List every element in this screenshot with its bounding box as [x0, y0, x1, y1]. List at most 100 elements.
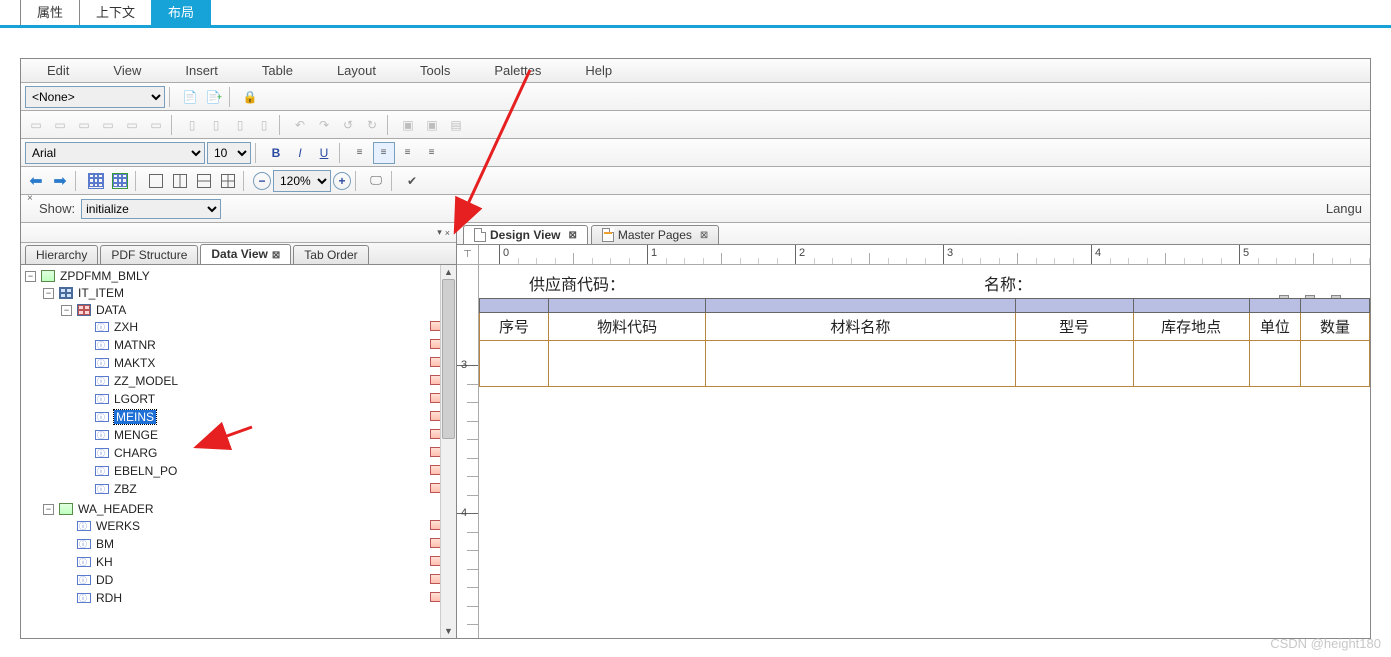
distr-2-icon[interactable]: ▯ [205, 114, 227, 136]
rotate-1-icon[interactable]: ↶ [289, 114, 311, 136]
menu-palettes[interactable]: Palettes [472, 63, 563, 78]
distr-4-icon[interactable]: ▯ [253, 114, 275, 136]
lock-icon[interactable]: 🔒 [239, 86, 261, 108]
menu-edit[interactable]: Edit [25, 63, 91, 78]
align-4-icon[interactable]: ▭ [97, 114, 119, 136]
tree-scrollbar[interactable]: ▲ ▼ [440, 265, 456, 638]
nav-back-icon[interactable]: ⬅ [25, 170, 47, 192]
zoom-select[interactable]: 120% [273, 170, 331, 192]
tree-field-menge[interactable]: MENGE [114, 428, 158, 442]
tree-field-meins[interactable]: MEINS [114, 410, 156, 424]
panel-menu-icon[interactable]: ▾ [437, 227, 442, 238]
tab-hierarchy[interactable]: Hierarchy [25, 245, 98, 264]
underline-icon[interactable]: U [313, 142, 335, 164]
show-select[interactable]: initialize [81, 199, 221, 219]
tree-field-zbz[interactable]: ZBZ [114, 482, 137, 496]
tree-field-maktx[interactable]: MAKTX [114, 356, 155, 370]
tree-field-charg[interactable]: CHARG [114, 446, 157, 460]
expand-icon[interactable]: − [25, 271, 36, 282]
preview-icon[interactable]: 🖵 [365, 170, 387, 192]
tree-field-ebeln_po[interactable]: EBELN_PO [114, 464, 177, 478]
align-right-icon[interactable]: ≡ [397, 142, 419, 164]
scroll-down-icon[interactable]: ▼ [441, 624, 456, 638]
scroll-up-icon[interactable]: ▲ [441, 265, 456, 279]
align-2-icon[interactable]: ▭ [49, 114, 71, 136]
distr-3-icon[interactable]: ▯ [229, 114, 251, 136]
expand-icon[interactable]: − [43, 504, 54, 515]
shape-vsplit-icon[interactable] [169, 170, 191, 192]
paste-plus-icon[interactable]: 📄+ [203, 86, 225, 108]
menu-view[interactable]: View [91, 63, 163, 78]
tree-node-it-item[interactable]: IT_ITEM [78, 286, 124, 300]
tree-field-werks[interactable]: WERKS [96, 519, 140, 533]
design-canvas[interactable]: 供应商代码： 名称： 序号 物料代码 材料名 [479, 265, 1370, 638]
tree-node-data[interactable]: DATA [96, 303, 126, 317]
menu-table[interactable]: Table [240, 63, 315, 78]
group-1-icon[interactable]: ▣ [397, 114, 419, 136]
tab-design-view[interactable]: Design View ⊠ [463, 225, 588, 244]
italic-icon[interactable]: I [289, 142, 311, 164]
tab-attr[interactable]: 属性 [20, 0, 80, 25]
align-justify-icon[interactable]: ≡ [421, 142, 443, 164]
tab-data-view[interactable]: Data View⊠ [200, 244, 291, 264]
tab-pdf-structure[interactable]: PDF Structure [100, 245, 198, 264]
tab-layout[interactable]: 布局 [151, 0, 211, 25]
tree-field-kh[interactable]: KH [96, 555, 113, 569]
tab-context[interactable]: 上下文 [79, 0, 152, 25]
menu-tools[interactable]: Tools [398, 63, 472, 78]
tree-field-lgort[interactable]: LGORT [114, 392, 155, 406]
menu-help[interactable]: Help [563, 63, 634, 78]
close-master-pages-icon[interactable]: ⊠ [700, 230, 708, 241]
tree-field-matnr[interactable]: MATNR [114, 338, 156, 352]
object-type-select[interactable]: <None> [25, 86, 165, 108]
col-lgort[interactable]: 库存地点 [1133, 313, 1249, 341]
tree-field-rdh[interactable]: RDH [96, 591, 122, 605]
expand-icon[interactable]: − [43, 288, 54, 299]
distr-1-icon[interactable]: ▯ [181, 114, 203, 136]
scroll-thumb[interactable] [442, 279, 455, 439]
design-table[interactable]: 序号 物料代码 材料名称 型号 库存地点 单位 数量 [479, 298, 1370, 387]
tree-node-wa-header[interactable]: WA_HEADER [78, 502, 154, 516]
close-design-view-icon[interactable]: ⊠ [568, 230, 576, 241]
zoom-out-icon[interactable]: − [253, 172, 271, 190]
menu-insert[interactable]: Insert [163, 63, 240, 78]
tree-field-dd[interactable]: DD [96, 573, 113, 587]
col-seq[interactable]: 序号 [480, 313, 549, 341]
col-maktx[interactable]: 材料名称 [706, 313, 1015, 341]
shape-cross-icon[interactable] [217, 170, 239, 192]
align-left-icon[interactable]: ≡ [349, 142, 371, 164]
nav-forward-icon[interactable]: ➡ [49, 170, 71, 192]
expand-icon[interactable]: − [61, 305, 72, 316]
menu-layout[interactable]: Layout [315, 63, 398, 78]
align-3-icon[interactable]: ▭ [73, 114, 95, 136]
tree-field-zxh[interactable]: ZXH [114, 320, 138, 334]
shape-hsplit-icon[interactable] [193, 170, 215, 192]
check-icon[interactable]: ✔ [401, 170, 423, 192]
col-meins[interactable]: 单位 [1249, 313, 1300, 341]
tab-tab-order[interactable]: Tab Order [293, 245, 368, 264]
align-1-icon[interactable]: ▭ [25, 114, 47, 136]
rotate-3-icon[interactable]: ↺ [337, 114, 359, 136]
bold-icon[interactable]: B [265, 142, 287, 164]
font-size-select[interactable]: 10 [207, 142, 251, 164]
panel-close-icon[interactable]: × [445, 228, 450, 238]
shape-box-icon[interactable] [145, 170, 167, 192]
align-5-icon[interactable]: ▭ [121, 114, 143, 136]
copy-icon[interactable]: 📄 [179, 86, 201, 108]
align-center-icon[interactable]: ≡ [373, 142, 395, 164]
col-matnr[interactable]: 物料代码 [548, 313, 705, 341]
col-menge[interactable]: 数量 [1300, 313, 1369, 341]
align-6-icon[interactable]: ▭ [145, 114, 167, 136]
zoom-in-icon[interactable]: + [333, 172, 351, 190]
tree-field-zz_model[interactable]: ZZ_MODEL [114, 374, 178, 388]
group-3-icon[interactable]: ▤ [445, 114, 467, 136]
tab-master-pages[interactable]: Master Pages ⊠ [591, 225, 719, 244]
rotate-2-icon[interactable]: ↷ [313, 114, 335, 136]
grid-toggle-icon[interactable] [85, 170, 107, 192]
close-show-bar-icon[interactable]: × [27, 193, 33, 204]
tree-field-bm[interactable]: BM [96, 537, 114, 551]
tree-node-root[interactable]: ZPDFMM_BMLY [60, 269, 150, 283]
grid-snap-icon[interactable] [109, 170, 131, 192]
rotate-4-icon[interactable]: ↻ [361, 114, 383, 136]
data-tree[interactable]: −ZPDFMM_BMLY −IT_ITEM −DATA ZXHMATNRMAKT… [21, 267, 456, 609]
